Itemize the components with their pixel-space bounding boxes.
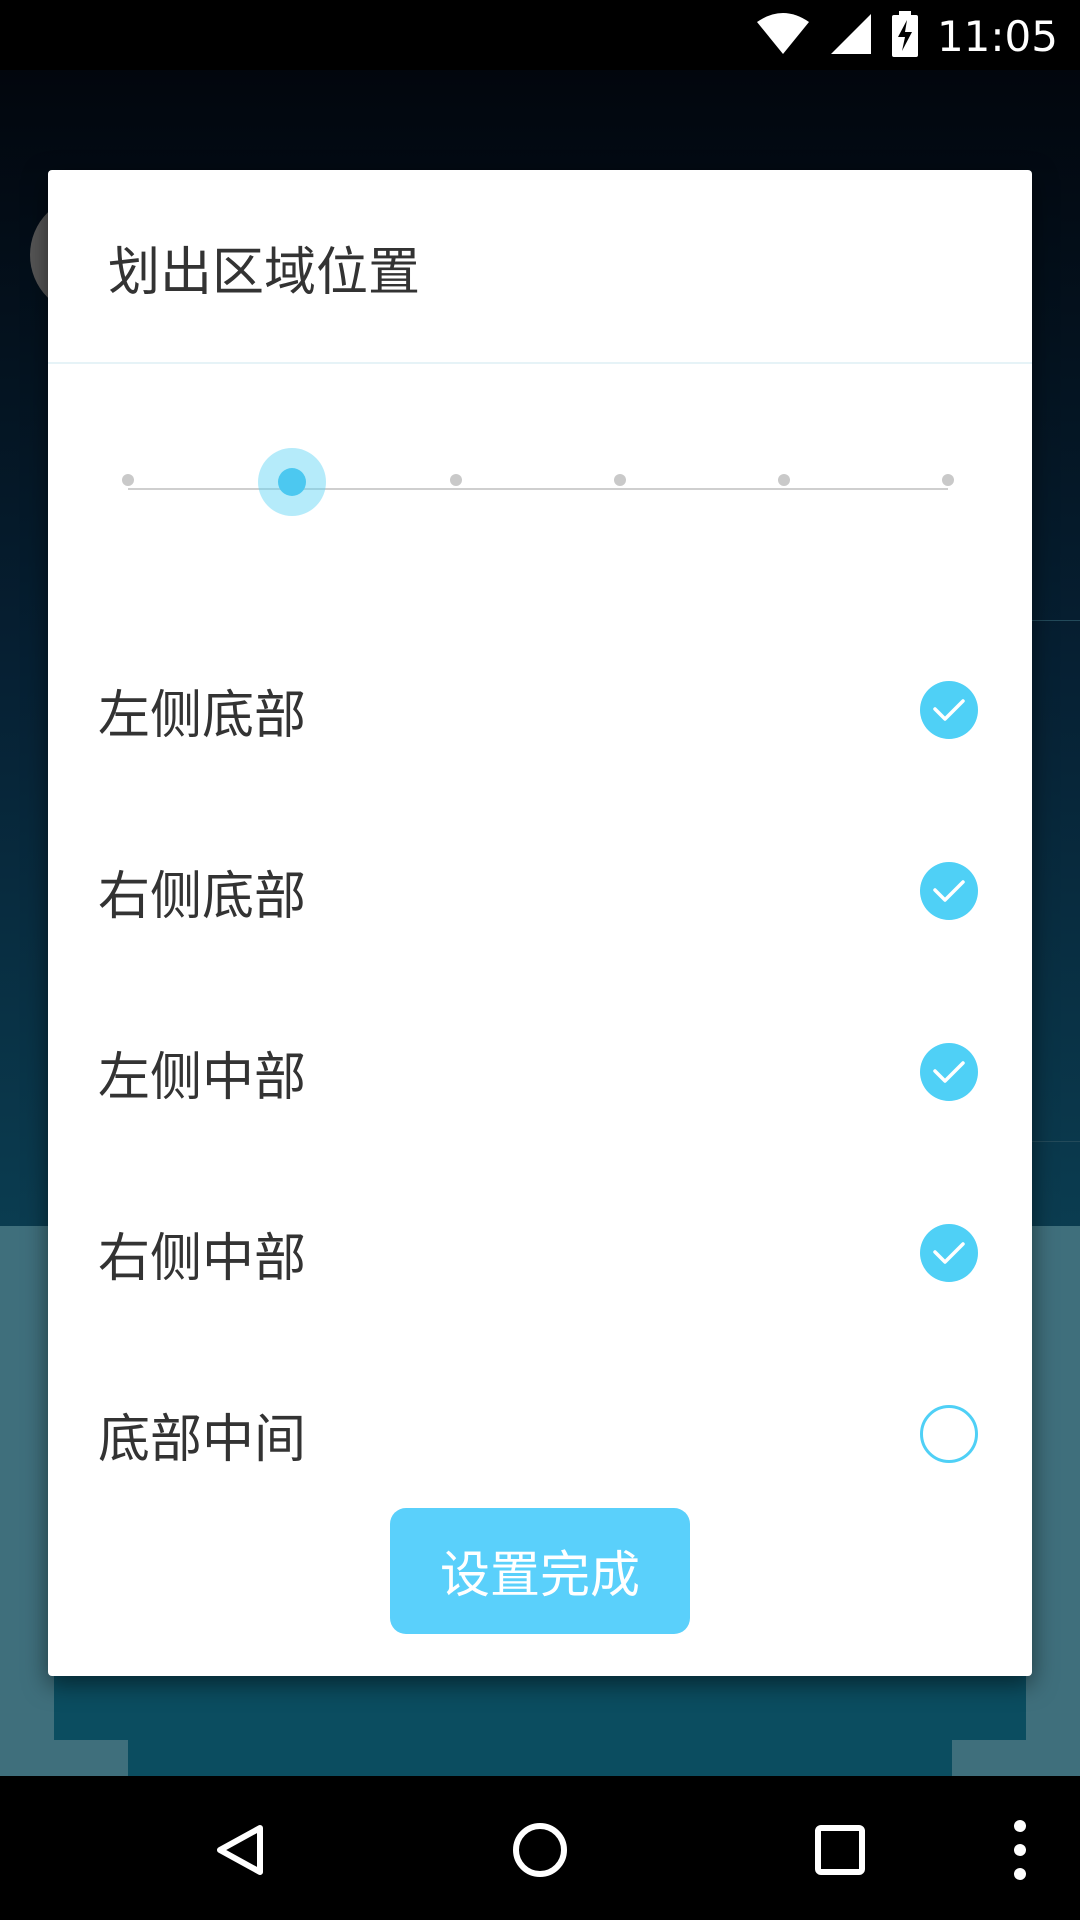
option-label: 右侧底部 bbox=[98, 866, 307, 927]
checkmark-checked-icon[interactable] bbox=[920, 1043, 978, 1101]
title-divider bbox=[48, 362, 1032, 364]
option-label: 左侧底部 bbox=[98, 685, 307, 746]
slider-step-dot[interactable] bbox=[122, 474, 134, 486]
background-lines bbox=[1030, 620, 1080, 1142]
back-icon[interactable] bbox=[208, 1818, 272, 1882]
status-bar: 11:05 bbox=[0, 0, 1080, 70]
status-icons: 11:05 bbox=[755, 8, 1058, 64]
recents-icon[interactable] bbox=[808, 1818, 872, 1882]
option-label: 左侧中部 bbox=[98, 1047, 307, 1108]
option-row[interactable]: 左侧底部 bbox=[98, 650, 978, 770]
location-dialog: 划出区域位置 左侧底部右侧底部左侧中部右侧中部底部中间 设置完成 bbox=[48, 170, 1032, 1676]
clock: 11:05 bbox=[936, 11, 1058, 61]
slider-step-dot[interactable] bbox=[614, 474, 626, 486]
navigation-bar bbox=[0, 1776, 1080, 1920]
done-button[interactable]: 设置完成 bbox=[390, 1508, 690, 1634]
position-slider[interactable] bbox=[122, 430, 958, 550]
slider-step-dot[interactable] bbox=[942, 474, 954, 486]
overflow-menu-icon[interactable] bbox=[988, 1818, 1052, 1882]
option-row[interactable]: 左侧中部 bbox=[98, 1012, 978, 1132]
background-bar-lower bbox=[128, 1740, 952, 1776]
checkmark-checked-icon[interactable] bbox=[920, 862, 978, 920]
option-row[interactable]: 右侧底部 bbox=[98, 831, 978, 951]
option-label: 底部中间 bbox=[98, 1409, 307, 1470]
battery-charging-icon bbox=[891, 11, 919, 61]
slider-step-dot[interactable] bbox=[778, 474, 790, 486]
checkmark-checked-icon[interactable] bbox=[920, 681, 978, 739]
slider-track[interactable] bbox=[128, 488, 948, 490]
option-row[interactable]: 底部中间 bbox=[98, 1374, 978, 1494]
dialog-title: 划出区域位置 bbox=[108, 243, 421, 303]
cell-signal-icon bbox=[829, 12, 873, 60]
slider-thumb[interactable] bbox=[258, 448, 326, 516]
slider-step-dot[interactable] bbox=[450, 474, 462, 486]
background-bar bbox=[54, 1676, 1026, 1740]
wifi-icon bbox=[755, 12, 811, 60]
option-label: 右侧中部 bbox=[98, 1228, 307, 1289]
home-icon[interactable] bbox=[508, 1818, 572, 1882]
option-row[interactable]: 右侧中部 bbox=[98, 1193, 978, 1313]
checkmark-checked-icon[interactable] bbox=[920, 1224, 978, 1282]
checkmark-unchecked-icon[interactable] bbox=[920, 1405, 978, 1463]
